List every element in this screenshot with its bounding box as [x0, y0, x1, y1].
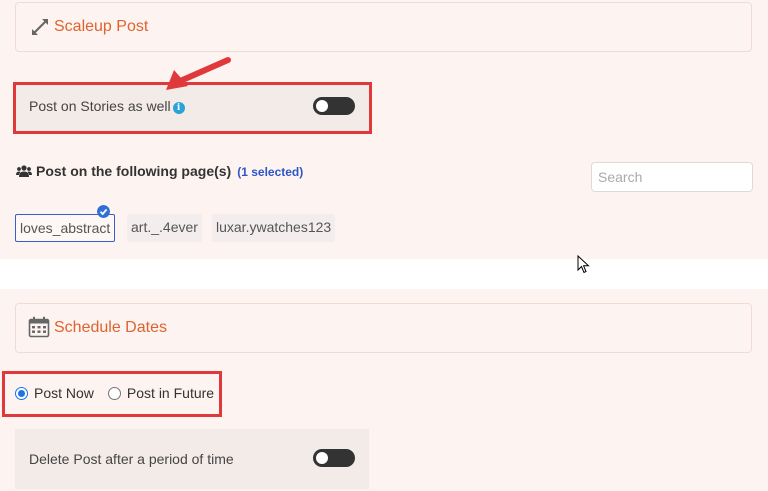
toggle-knob [316, 452, 328, 464]
mouse-cursor-icon [577, 255, 590, 274]
annotation-arrow-icon [166, 57, 231, 90]
post-timing-options: Post Now Post in Future [15, 385, 228, 401]
stories-label: Post on Stories as well i [29, 98, 185, 114]
selected-count: (1 selected) [237, 165, 304, 179]
scaleup-panel: Scaleup Post Post on Stories as well i Po… [0, 0, 768, 259]
delete-post-label: Delete Post after a period of time [29, 451, 234, 467]
page-chip-loves-abstract[interactable]: loves_abstract [15, 214, 115, 242]
info-icon[interactable]: i [172, 102, 185, 114]
post-in-future-radio[interactable] [107, 386, 121, 400]
delete-post-toggle[interactable] [313, 449, 355, 467]
toggle-knob [316, 100, 328, 112]
users-icon [16, 165, 32, 177]
scaleup-post-header[interactable]: Scaleup Post [15, 2, 752, 52]
page-chip-art-4ever[interactable]: art._.4ever [127, 214, 202, 242]
page-search-input[interactable] [591, 162, 753, 192]
schedule-dates-title: Schedule Dates [54, 319, 167, 336]
pages-section-label: Post on the following page(s) (1 selected… [16, 163, 303, 179]
post-now-radio[interactable] [15, 386, 28, 400]
stories-label-text: Post on Stories as well [29, 98, 171, 114]
expand-icon [32, 19, 48, 35]
page-chip-luxar-ywatches[interactable]: luxar.ywatches123 [212, 214, 336, 242]
schedule-dates-header[interactable]: Schedule Dates [15, 303, 752, 353]
delete-post-row: Delete Post after a period of time [15, 429, 369, 489]
post-now-label[interactable]: Post Now [34, 385, 94, 401]
calendar-icon [28, 316, 50, 338]
post-in-future-label[interactable]: Post in Future [127, 385, 214, 401]
scaleup-post-title: Scaleup Post [54, 18, 149, 35]
stories-toggle[interactable] [313, 97, 355, 115]
pages-label-text: Post on the following page(s) [36, 163, 232, 179]
selected-check-icon [97, 205, 110, 218]
